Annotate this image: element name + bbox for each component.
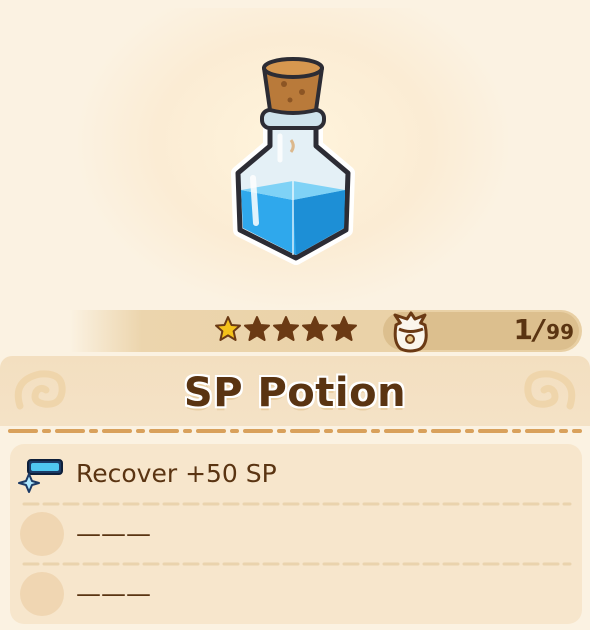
item-bag-icon	[393, 311, 428, 353]
rarity-stars	[214, 315, 358, 347]
item-title: SP Potion	[183, 370, 407, 416]
sp-gauge-icon	[18, 459, 63, 493]
star-empty-icon	[331, 316, 357, 341]
quantity-current: 1	[513, 313, 533, 346]
effect-text: ———	[76, 579, 151, 608]
empty-slot-icon	[20, 512, 64, 556]
effect-row: ———	[10, 564, 582, 624]
effect-text: Recover +50 SP	[76, 459, 277, 488]
effect-text: ———	[76, 519, 151, 548]
section-divider	[8, 429, 582, 433]
empty-slot-icon	[20, 572, 64, 616]
star-empty-icon	[244, 316, 270, 341]
effect-row: Recover +50 SP	[10, 444, 582, 504]
star-empty-icon	[273, 316, 299, 341]
quantity-max: 99	[546, 320, 574, 344]
star-empty-icon	[302, 316, 328, 341]
quantity-counter: 1 / 99	[470, 313, 574, 349]
effect-row: ———	[10, 504, 582, 564]
potion-bottle-icon	[231, 57, 355, 265]
star-filled-icon	[215, 316, 241, 341]
quantity-separator: /	[533, 313, 545, 346]
